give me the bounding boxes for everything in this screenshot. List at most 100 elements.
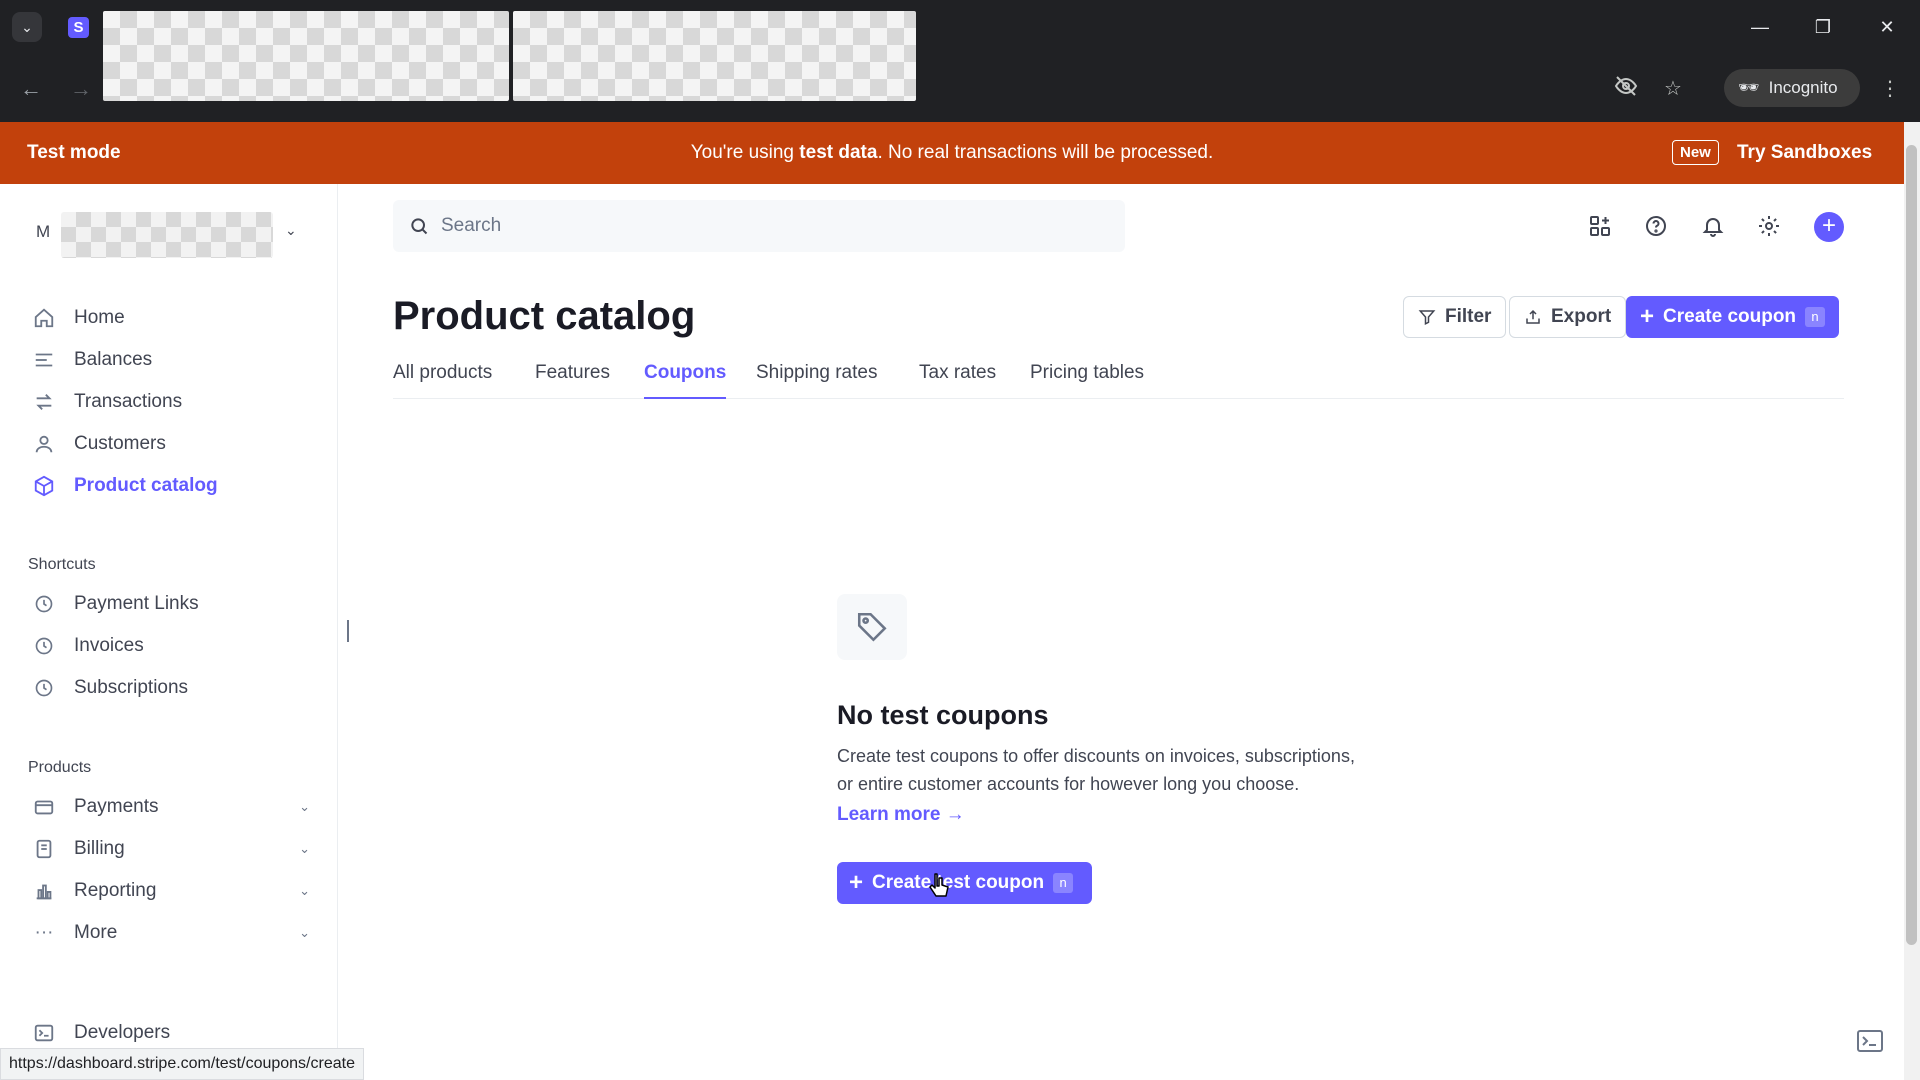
payments-icon <box>30 795 58 819</box>
sidebar-item-label: Reporting <box>74 880 157 901</box>
balances-icon <box>30 348 58 372</box>
account-initial: M <box>36 222 51 241</box>
incognito-icon: 🕶 <box>1738 78 1760 97</box>
export-icon <box>1526 309 1540 324</box>
close-icon[interactable]: ✕ <box>1867 12 1907 42</box>
shortcut-payment-links[interactable]: Payment Links <box>30 584 310 624</box>
more-icon: ··· <box>34 922 54 943</box>
gear-icon[interactable] <box>1754 211 1784 241</box>
sidebar-item-developers[interactable]: Developers <box>30 1013 310 1053</box>
export-button[interactable]: Export <box>1509 296 1627 338</box>
incognito-label: Incognito <box>1768 78 1838 97</box>
sidebar-item-label: Home <box>74 307 125 328</box>
empty-state-description: Create test coupons to offer discounts o… <box>837 746 1355 794</box>
shortcut-subscriptions[interactable]: Subscriptions <box>30 668 310 708</box>
shortcut-label: Payment Links <box>74 593 199 614</box>
empty-state-title: No test coupons <box>837 700 1049 730</box>
sidebar-item-product-catalog[interactable]: Product catalog <box>30 466 310 506</box>
bell-icon[interactable] <box>1698 211 1728 241</box>
keyboard-shortcut-badge: n <box>1805 307 1826 327</box>
reporting-icon <box>30 879 58 903</box>
sidebar-item-home[interactable]: Home <box>30 298 310 338</box>
tab-features[interactable]: Features <box>535 362 610 384</box>
bookmark-star-icon[interactable]: ☆ <box>1657 74 1689 104</box>
shortcut-invoices[interactable]: Invoices <box>30 626 310 666</box>
sidebar-item-label: Transactions <box>74 391 183 412</box>
forward-icon[interactable]: → <box>66 74 96 104</box>
sidebar-item-label: More <box>74 922 118 943</box>
redacted-tab-area <box>103 11 509 101</box>
account-switcher[interactable]: M ⌄ <box>30 212 305 258</box>
eye-off-icon[interactable] <box>1610 74 1642 104</box>
sidebar-item-label: Product catalog <box>74 475 218 496</box>
tab-shipping-rates[interactable]: Shipping rates <box>756 362 877 384</box>
chevron-down-icon: ⌄ <box>299 841 310 856</box>
keyboard-shortcut-badge: n <box>1053 873 1074 893</box>
restore-icon[interactable]: ❐ <box>1803 12 1843 42</box>
learn-more-link[interactable]: Learn more → <box>837 804 965 826</box>
chevron-down-icon: ⌄ <box>299 883 310 898</box>
browser-menu-icon[interactable]: ⋮ <box>1874 74 1906 104</box>
sidebar-item-more[interactable]: ··· More ⌄ <box>30 913 311 953</box>
chevron-down-icon: ⌄ <box>299 925 310 940</box>
plus-icon: + <box>1640 303 1655 330</box>
sidebar-item-label: Developers <box>74 1022 171 1043</box>
chevron-down-icon: ⌄ <box>299 799 310 814</box>
sidebar-item-billing[interactable]: Billing ⌄ <box>30 829 310 869</box>
try-sandboxes-link[interactable]: Try Sandboxes <box>1737 142 1872 164</box>
search-input[interactable]: Search <box>393 200 1125 252</box>
sidebar-resize-handle[interactable] <box>347 620 349 642</box>
customers-icon <box>30 432 58 456</box>
redacted-account-name <box>61 212 273 258</box>
tag-icon <box>837 594 907 660</box>
status-bar-url: https://dashboard.stripe.com/test/coupon… <box>0 1048 364 1080</box>
new-badge: New <box>1672 140 1719 165</box>
search-icon <box>411 218 428 235</box>
scrollbar-thumb[interactable] <box>1906 145 1917 945</box>
sidebar-item-label: Payments <box>74 796 159 817</box>
back-icon[interactable]: ← <box>16 74 46 104</box>
filter-label: Filter <box>1445 306 1492 327</box>
test-mode-banner: Test mode You're using test data. No rea… <box>0 122 1904 184</box>
stripe-favicon-icon: S <box>68 17 89 38</box>
redacted-address-area <box>513 11 916 101</box>
clock-icon <box>30 676 58 700</box>
create-coupon-button[interactable]: + Create coupon n <box>1626 296 1840 338</box>
shortcut-label: Invoices <box>74 635 144 656</box>
sidebar-item-payments[interactable]: Payments ⌄ <box>30 787 310 827</box>
sidebar-item-label: Billing <box>74 838 125 859</box>
mouse-pointer-icon <box>929 873 949 897</box>
tab-pricing-tables[interactable]: Pricing tables <box>1030 362 1144 384</box>
terminal-icon <box>30 1021 58 1045</box>
tab-coupons[interactable]: Coupons <box>644 362 727 399</box>
plus-icon: + <box>849 869 864 896</box>
sidebar-item-customers[interactable]: Customers <box>30 424 310 464</box>
sidebar-item-label: Balances <box>74 349 153 370</box>
browser-chrome: ⌄ S — ❐ ✕ ← → ☆ 🕶 Incognito ⋮ <box>0 0 1920 122</box>
tab-search-dropdown[interactable]: ⌄ <box>12 12 42 42</box>
test-data-notice: You're using test data. No real transact… <box>690 142 1214 163</box>
minimize-icon[interactable]: — <box>1740 12 1780 42</box>
clock-icon <box>30 592 58 616</box>
sidebar-item-reporting[interactable]: Reporting ⌄ <box>30 871 310 911</box>
tab-tax-rates[interactable]: Tax rates <box>919 362 996 384</box>
filter-icon <box>1418 310 1436 325</box>
filter-button[interactable]: Filter <box>1403 296 1507 338</box>
shortcut-label: Subscriptions <box>74 677 189 698</box>
create-test-coupon-button[interactable]: + Create test coupon n <box>837 862 1092 904</box>
incognito-indicator[interactable]: 🕶 Incognito <box>1724 69 1860 107</box>
create-test-coupon-label: Create test coupon <box>872 872 1045 893</box>
search-placeholder: Search <box>441 215 502 236</box>
sidebar-item-transactions[interactable]: Transactions <box>30 382 310 422</box>
create-coupon-label: Create coupon <box>1663 306 1797 327</box>
terminal-toggle-icon[interactable] <box>1857 1030 1887 1056</box>
create-new-plus-icon[interactable]: + <box>1814 212 1844 242</box>
home-icon <box>30 306 58 330</box>
help-icon[interactable] <box>1641 211 1671 241</box>
product-icon <box>30 474 58 498</box>
products-heading: Products <box>28 759 92 776</box>
sidebar-item-balances[interactable]: Balances <box>30 340 310 380</box>
apps-icon[interactable] <box>1585 211 1615 241</box>
tab-all-products[interactable]: All products <box>393 362 492 384</box>
billing-icon <box>30 837 58 861</box>
